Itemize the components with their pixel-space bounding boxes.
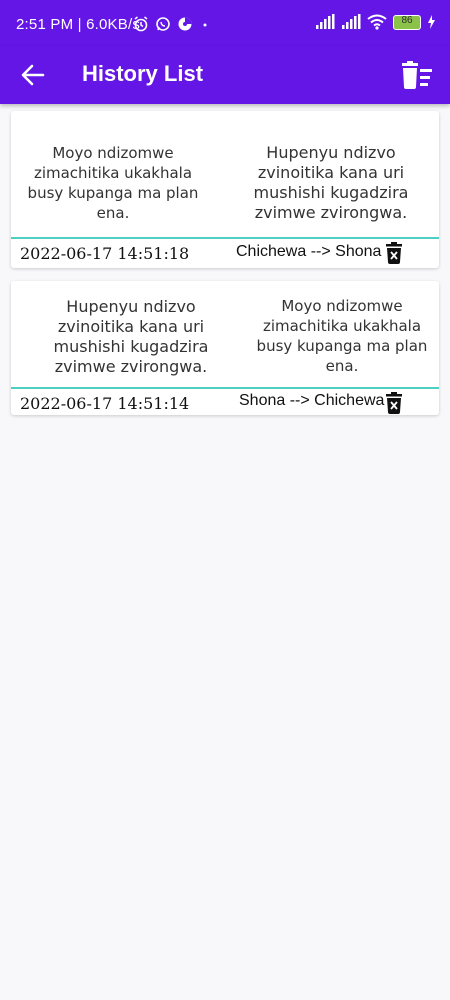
direction-arrow: -->	[310, 243, 331, 260]
direction-arrow: -->	[289, 392, 310, 409]
card-divider	[11, 387, 439, 389]
charging-icon	[428, 15, 435, 29]
status-notification-icons	[133, 16, 211, 32]
from-language: Chichewa	[236, 243, 307, 260]
page-title: History List	[82, 61, 204, 86]
language-pair: Chichewa --> Shona	[236, 243, 381, 261]
data-saver-icon	[178, 17, 192, 31]
delete-sweep-icon[interactable]	[400, 60, 434, 90]
history-date: 2022-06-17 14:51:14	[20, 394, 190, 413]
language-pair: Shona --> Chichewa	[239, 392, 384, 410]
history-card[interactable]: Moyo ndizomwe zimachitika ukakhala busy …	[11, 111, 439, 268]
to-language: Shona	[335, 243, 382, 260]
source-text: Hupenyu ndizvo zvinoitika kana uri mushi…	[53, 297, 209, 376]
signal-icon	[316, 14, 335, 29]
card-divider	[11, 237, 439, 239]
whatsapp-icon	[156, 17, 170, 31]
status-bar: 2:51 PM | 6.0KB/s 86	[0, 0, 450, 46]
to-language: Chichewa	[314, 392, 385, 409]
trash-can-icon[interactable]	[385, 392, 403, 414]
status-system-icons: 86	[315, 14, 436, 30]
battery-indicator: 86	[393, 14, 421, 30]
battery-level: 86	[401, 14, 413, 26]
from-language: Shona	[239, 392, 286, 409]
wifi-icon	[367, 14, 387, 30]
back-arrow-icon[interactable]	[20, 62, 46, 88]
trash-can-icon[interactable]	[385, 242, 403, 264]
status-time: 2:51 PM | 6.0KB/s	[16, 16, 141, 33]
history-card[interactable]: Hupenyu ndizvo zvinoitika kana uri mushi…	[11, 281, 439, 415]
source-text: Moyo ndizomwe zimachitika ukakhala busy …	[27, 144, 199, 222]
history-date: 2022-06-17 14:51:18	[20, 244, 190, 263]
translated-text: Hupenyu ndizvo zvinoitika kana uri mushi…	[253, 143, 409, 222]
dot-icon	[203, 23, 207, 27]
alarm-icon	[134, 16, 148, 32]
app-bar: History List	[0, 46, 450, 104]
signal-icon-2	[342, 14, 361, 29]
translated-text: Moyo ndizomwe zimachitika ukakhala busy …	[256, 297, 428, 375]
